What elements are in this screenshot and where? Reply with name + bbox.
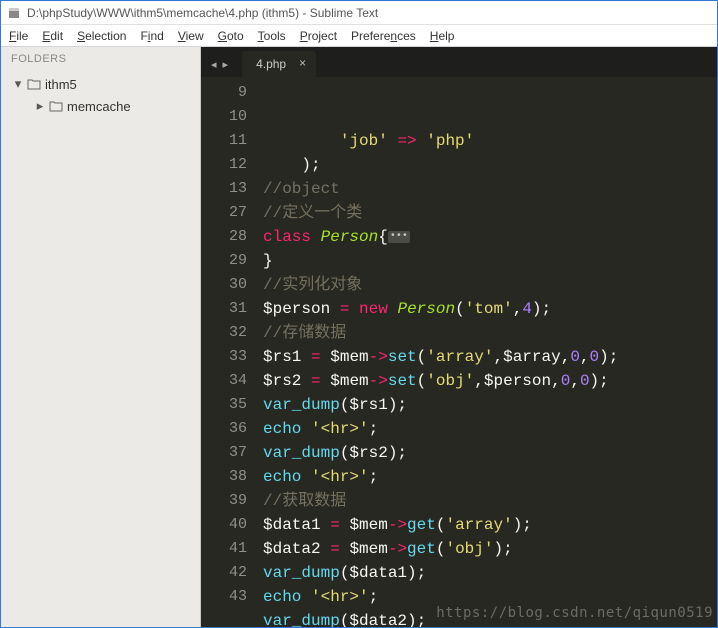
- menu-help[interactable]: Help: [430, 29, 455, 43]
- line-number: 13: [201, 177, 247, 201]
- folder-icon: [27, 78, 41, 90]
- line-number: 31: [201, 297, 247, 321]
- sidebar: FOLDERS ▾ ithm5▸ memcache: [1, 47, 201, 627]
- title-bar: D:\phpStudy\WWW\ithm5\memcache\4.php (it…: [1, 1, 717, 25]
- sidebar-item-memcache[interactable]: ▸ memcache: [1, 95, 200, 117]
- code-line[interactable]: class Person{•••: [263, 225, 717, 249]
- tab-4php[interactable]: 4.php ×: [242, 51, 316, 77]
- line-number: 28: [201, 225, 247, 249]
- line-number: 36: [201, 417, 247, 441]
- code-editor[interactable]: 910111213272829303132333435()36373839404…: [201, 77, 717, 627]
- line-number: 30: [201, 273, 247, 297]
- sidebar-header: FOLDERS: [1, 47, 200, 71]
- main-area: FOLDERS ▾ithm5▸memcache ◂ ▸ 4.php × 9101…: [1, 47, 717, 627]
- code-line[interactable]: 'job' => 'php': [263, 129, 717, 153]
- line-gutter: 910111213272829303132333435()36373839404…: [201, 77, 253, 627]
- tree-item-label: ithm5: [45, 77, 77, 92]
- line-number: 37: [201, 441, 247, 465]
- code-line[interactable]: $person = new Person('tom',4);: [263, 297, 717, 321]
- tab-nav-left[interactable]: ◂: [209, 58, 219, 71]
- line-number: 40: [201, 513, 247, 537]
- code-line[interactable]: echo '<hr>';: [263, 585, 717, 609]
- line-number: 27: [201, 201, 247, 225]
- line-number: 33: [201, 345, 247, 369]
- line-number: 39: [201, 489, 247, 513]
- close-icon[interactable]: ×: [299, 56, 306, 70]
- menu-bar: File Edit Selection Find View Goto Tools Projec…: [1, 25, 717, 47]
- code-line[interactable]: //实列化对象: [263, 273, 717, 297]
- menu-file[interactable]: File: [9, 29, 28, 43]
- code-line[interactable]: $data1 = $mem->get('array');: [263, 513, 717, 537]
- line-number: 42: [201, 561, 247, 585]
- code-line[interactable]: //存储数据: [263, 321, 717, 345]
- code-line[interactable]: $rs1 = $mem->set('array',$array,0,0);: [263, 345, 717, 369]
- tab-nav: ◂ ▸: [209, 58, 236, 77]
- line-number: 38: [201, 465, 247, 489]
- code-line[interactable]: var_dump($rs2);: [263, 441, 717, 465]
- folder-icon: [49, 100, 63, 112]
- tab-nav-right[interactable]: ▸: [221, 58, 231, 71]
- folder-tree: ▾ ithm5▸ memcache: [1, 71, 200, 119]
- line-number: 34: [201, 369, 247, 393]
- code-line[interactable]: var_dump($data2);: [263, 609, 717, 627]
- menu-preferences[interactable]: Preferences: [351, 29, 416, 43]
- line-number: 12: [201, 153, 247, 177]
- line-number: 11: [201, 129, 247, 153]
- menu-tools[interactable]: Tools: [258, 29, 286, 43]
- sidebar-item-ithm5[interactable]: ▾ ithm5: [1, 73, 200, 95]
- fold-marker-icon[interactable]: •••: [388, 231, 410, 243]
- tab-bar: ◂ ▸ 4.php ×: [201, 47, 717, 77]
- code-line[interactable]: $rs2 = $mem->set('obj',$person,0,0);: [263, 369, 717, 393]
- app-icon: [7, 6, 21, 20]
- menu-goto[interactable]: Goto: [218, 29, 244, 43]
- code-line[interactable]: $data2 = $mem->get('obj');: [263, 537, 717, 561]
- menu-view[interactable]: View: [178, 29, 204, 43]
- editor-area: ◂ ▸ 4.php × 910111213272829303132333435(…: [201, 47, 717, 627]
- code-line[interactable]: echo '<hr>';: [263, 465, 717, 489]
- menu-find[interactable]: Find: [140, 29, 163, 43]
- code-line[interactable]: }: [263, 249, 717, 273]
- disclosure-arrow-icon[interactable]: ▾: [13, 76, 23, 92]
- window-title: D:\phpStudy\WWW\ithm5\memcache\4.php (it…: [27, 6, 378, 20]
- line-number: 35(): [201, 393, 247, 417]
- code-line[interactable]: echo '<hr>';: [263, 417, 717, 441]
- disclosure-arrow-icon[interactable]: ▸: [35, 98, 45, 114]
- menu-project[interactable]: Project: [300, 29, 337, 43]
- menu-selection[interactable]: Selection: [77, 29, 126, 43]
- code-line[interactable]: var_dump($data1);: [263, 561, 717, 585]
- code-line[interactable]: //object: [263, 177, 717, 201]
- tab-label: 4.php: [256, 57, 286, 71]
- line-number: 41: [201, 537, 247, 561]
- line-number: 29: [201, 249, 247, 273]
- line-number: 9: [201, 81, 247, 105]
- tree-item-label: memcache: [67, 99, 131, 114]
- line-number: 10: [201, 105, 247, 129]
- code-line[interactable]: );: [263, 153, 717, 177]
- code-line[interactable]: //获取数据: [263, 489, 717, 513]
- line-number: 43: [201, 585, 247, 609]
- menu-edit[interactable]: Edit: [42, 29, 63, 43]
- code-line[interactable]: var_dump($rs1);: [263, 393, 717, 417]
- line-number: 32: [201, 321, 247, 345]
- code-line[interactable]: //定义一个类: [263, 201, 717, 225]
- code-content[interactable]: 'job' => 'php' );//object//定义一个类class Pe…: [253, 77, 717, 627]
